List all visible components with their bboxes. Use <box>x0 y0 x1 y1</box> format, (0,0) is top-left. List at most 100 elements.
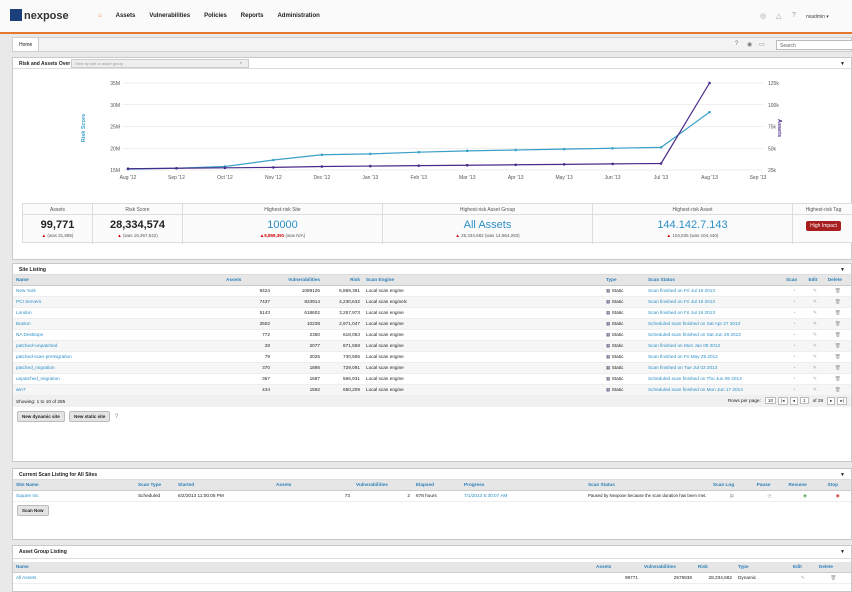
table-row: PCI Servers 7437 823914 4,230,632 Local scan… <box>13 296 851 308</box>
edit-icon[interactable]: ✎ <box>805 351 825 363</box>
x-tick-label: Dec '12 <box>313 175 330 181</box>
edit-icon[interactable]: ✎ <box>790 572 816 584</box>
nav-vulnerabilities[interactable]: Vulnerabilities <box>149 13 190 19</box>
delete-icon[interactable]: 🗑 <box>824 296 851 308</box>
scan-icon[interactable]: ◔ <box>783 351 806 363</box>
bookmark-icon[interactable]: ▭ <box>759 41 765 48</box>
pause-icon[interactable]: ◷ <box>753 490 786 502</box>
stop-icon[interactable]: ◉ <box>824 490 851 502</box>
site-name-link[interactable]: win7 <box>13 384 223 396</box>
delete-icon[interactable]: 🗑 <box>824 384 851 396</box>
new-static-site-button[interactable]: New static site <box>69 410 111 422</box>
edit-icon[interactable]: ✎ <box>805 362 825 374</box>
stat-highest-group[interactable]: Highest-risk Asset Group All Assets ▲ 28,3… <box>383 204 593 244</box>
scan-icon[interactable]: ◔ <box>783 318 806 330</box>
collapse-icon[interactable]: ▼ <box>840 549 845 555</box>
first-page-button[interactable]: |◂ <box>778 396 788 405</box>
help-icon[interactable]: ? <box>792 12 796 19</box>
scan-status-link[interactable]: Scheduled scan finished on Thu Jun 06 20… <box>645 373 783 385</box>
collapse-icon[interactable]: ▼ <box>840 472 845 478</box>
scan-icon[interactable]: ◔ <box>783 285 806 297</box>
scan-site-link[interactable]: Square Inc <box>13 490 135 502</box>
breadcrumb-home[interactable]: Home <box>13 38 40 51</box>
risk-score: 618,063 <box>323 329 363 341</box>
binoculars-icon[interactable]: ◉ <box>747 41 752 48</box>
nav-reports[interactable]: Reports <box>241 13 264 19</box>
scan-status-link[interactable]: Scan finished on Fri May 25 2012 <box>645 351 783 363</box>
scan-icon[interactable]: ◔ <box>783 362 806 374</box>
home-icon[interactable]: ⌂ <box>98 13 102 19</box>
last-page-button[interactable]: ▸| <box>837 396 847 405</box>
site-name-link[interactable]: patched_migration <box>13 362 223 374</box>
site-name-link[interactable]: Boston <box>13 318 223 330</box>
nav-administration[interactable]: Administration <box>277 13 319 19</box>
prev-page-button[interactable]: ◂ <box>789 396 799 405</box>
delete-icon[interactable]: 🗑 <box>824 285 851 297</box>
scan-icon[interactable]: ◔ <box>783 373 806 385</box>
delete-icon[interactable]: 🗑 <box>824 329 851 341</box>
delete-icon[interactable]: 🗑 <box>824 362 851 374</box>
delete-icon[interactable]: 🗑 <box>824 351 851 363</box>
user-menu[interactable]: nxadmin ▾ <box>806 14 829 20</box>
new-dynamic-site-button[interactable]: New dynamic site <box>17 410 65 422</box>
delete-icon[interactable]: 🗑 <box>824 318 851 330</box>
edit-icon[interactable]: ✎ <box>805 285 825 297</box>
edit-icon[interactable]: ✎ <box>805 373 825 385</box>
scan-engine: Local scan engine <box>363 373 603 385</box>
delete-icon[interactable]: 🗑 <box>824 307 851 319</box>
stat-highest-site[interactable]: Highest-risk Site 10000 ▲5,859,391 (was N/… <box>183 204 383 244</box>
edit-icon[interactable]: ✎ <box>805 329 825 341</box>
tag-badge[interactable]: High Impact <box>806 221 841 231</box>
delete-icon[interactable]: 🗑 <box>824 373 851 385</box>
edit-icon[interactable]: ✎ <box>805 340 825 352</box>
site-filter-input[interactable]: View by site or asset group ⌕ <box>71 59 249 68</box>
scan-status-link[interactable]: Scan finished on Fri Jul 19 2013 <box>645 307 783 319</box>
risk-score: 3,257,973 <box>323 307 363 319</box>
edit-icon[interactable]: ✎ <box>805 307 825 319</box>
edit-icon[interactable]: ✎ <box>805 318 825 330</box>
edit-icon[interactable]: ✎ <box>805 384 825 396</box>
site-name-link[interactable]: New York <box>13 285 223 297</box>
scan-icon[interactable]: ◔ <box>783 340 806 352</box>
collapse-icon[interactable]: ▼ <box>840 267 845 273</box>
scan-icon[interactable]: ◔ <box>783 384 806 396</box>
nexpose-logo[interactable]: nexpose <box>10 9 69 22</box>
scan-status-link[interactable]: Scheduled scan finished on Sat Apr 27 20… <box>645 318 783 330</box>
scan-now-button[interactable]: Scan Now <box>17 504 49 516</box>
site-name-link[interactable]: patched-scan-premigration <box>13 351 223 363</box>
scan-status-link[interactable]: Scheduled scan finished on Sat Jun 29 20… <box>645 329 783 341</box>
site-name-link[interactable]: unpatched_migration <box>13 373 223 385</box>
chat-icon[interactable]: ◎ <box>760 12 766 20</box>
nav-policies[interactable]: Policies <box>204 13 227 19</box>
site-name-link[interactable]: NA Desktops <box>13 329 223 341</box>
delete-icon[interactable]: 🗑 <box>815 572 851 584</box>
help-icon[interactable]: ? <box>115 414 118 420</box>
rows-per-page-select[interactable]: 10 <box>764 396 777 404</box>
resume-icon[interactable]: ◉ <box>785 490 825 502</box>
x-tick-label: Mar '13 <box>459 175 476 181</box>
scan-status-link[interactable]: Scan finished on Tue Jul 02 2013 <box>645 362 783 374</box>
alert-icon[interactable]: △ <box>776 12 781 20</box>
collapse-icon[interactable]: ▼ <box>840 61 845 67</box>
scan-status-link[interactable]: Scheduled scan finished on Mon Jun 17 20… <box>645 384 783 396</box>
delete-icon[interactable]: 🗑 <box>824 340 851 352</box>
edit-icon[interactable]: ✎ <box>805 296 825 308</box>
scan-status-link[interactable]: Scan finished on Fri Jul 19 2013 <box>645 285 783 297</box>
next-page-button[interactable]: ▸ <box>827 396 836 405</box>
site-name-link[interactable]: London <box>13 307 223 319</box>
help-icon[interactable]: ? <box>735 41 738 47</box>
scan-status-link[interactable]: Scan finished on Fri Jul 19 2013 <box>645 296 783 308</box>
scan-icon[interactable]: ◔ <box>783 296 806 308</box>
scan-log-icon[interactable]: ▤ <box>710 490 754 502</box>
stat-highest-asset[interactable]: Highest-risk Asset 144.142.7.143 ▲ 104,535… <box>593 204 793 244</box>
scan-icon[interactable]: ◔ <box>783 329 806 341</box>
group-link[interactable]: All Assets <box>13 572 593 584</box>
site-name-link[interactable]: patched+unpatched <box>13 340 223 352</box>
risk-score: 729,091 <box>323 362 363 374</box>
scan-icon[interactable]: ◔ <box>783 307 806 319</box>
page-input[interactable]: 1 <box>800 396 809 404</box>
scan-status-link[interactable]: Scan finished on Mon Jan 09 2012 <box>645 340 783 352</box>
nav-assets[interactable]: Assets <box>116 13 136 19</box>
site-name-link[interactable]: PCI Servers <box>13 296 223 308</box>
search-input[interactable]: Search <box>776 40 852 50</box>
